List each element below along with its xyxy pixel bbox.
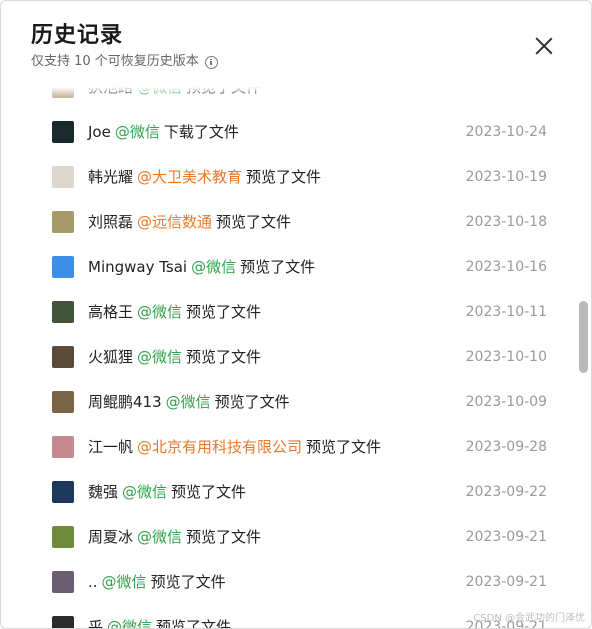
row-text: Mingway Tsai @微信 预览了文件 [88, 256, 315, 277]
record-date: 2023-10-18 [465, 213, 547, 230]
row-text: 火狐狸 @微信 预览了文件 [88, 346, 261, 367]
record-date: 2023-10-09 [465, 393, 547, 410]
record-date: 2023-10-19 [465, 168, 547, 185]
history-row[interactable]: .. @微信 预览了文件 2023-09-21 [1, 559, 591, 604]
user-org: @大卫美术教育 [137, 168, 243, 186]
record-date: 2023-10-11 [465, 303, 547, 320]
row-text: 周鲲鹏413 @微信 预览了文件 [88, 391, 290, 412]
user-org: @微信 [122, 483, 168, 501]
record-date: 2023-10-10 [465, 348, 547, 365]
history-row[interactable]: 周鲲鹏413 @微信 预览了文件 2023-10-09 [1, 379, 591, 424]
action-text: 预览了文件 [246, 168, 322, 186]
avatar [52, 615, 74, 628]
user-org: @微信 [114, 123, 160, 141]
record-date: 2023-09-21 [465, 528, 547, 545]
action-text: 预览了文件 [306, 438, 382, 456]
user-org: @远信数通 [137, 213, 213, 231]
avatar [52, 390, 74, 413]
record-date: 2023-09-21 [465, 573, 547, 590]
row-text: Joe @微信 下载了文件 [88, 121, 239, 142]
action-text: 预览了文件 [156, 618, 232, 628]
user-org: @微信 [137, 303, 183, 321]
row-text: 乎 @微信 预览了文件 [88, 616, 231, 628]
avatar [52, 345, 74, 368]
user-name: 高格王 [88, 303, 134, 321]
row-text: .. @微信 预览了文件 [88, 571, 226, 592]
action-text: 预览了文件 [186, 528, 262, 546]
action-text: 预览了文件 [240, 258, 316, 276]
record-date: 2023-10-24 [465, 123, 547, 140]
record-date: 2023-10-16 [465, 258, 547, 275]
history-row[interactable]: 高格王 @微信 预览了文件 2023-10-11 [1, 289, 591, 334]
user-name: Joe [88, 123, 111, 141]
row-text: 韩光耀 @大卫美术教育 预览了文件 [88, 166, 321, 187]
history-list[interactable]: 狄池路@微信预览了文件Joe@微信下载了文件2023-10-24韩光耀@大卫美术… [1, 87, 591, 628]
action-text: 预览了文件 [216, 213, 292, 231]
scrollbar-thumb[interactable] [579, 301, 588, 373]
avatar [52, 570, 74, 593]
user-name: 乎 [88, 618, 104, 628]
avatar [52, 300, 74, 323]
row-text: 江一帆 @北京有用科技有限公司 预览了文件 [88, 436, 381, 457]
avatar [52, 480, 74, 503]
history-dialog: 历史记录 仅支持 10 个可恢复历史版本 狄池路@微信预览了文件Joe@微信下载… [0, 0, 592, 629]
user-name: Mingway Tsai [88, 258, 188, 276]
action-text: 预览了文件 [186, 348, 262, 366]
dialog-subtitle-row: 仅支持 10 个可恢复历史版本 [31, 53, 218, 71]
user-name: 周夏冰 [88, 528, 134, 546]
user-org: @微信 [137, 348, 183, 366]
user-org: @微信 [107, 618, 153, 628]
action-text: 预览了文件 [150, 573, 226, 591]
history-row[interactable]: Mingway Tsai @微信 预览了文件 2023-10-16 [1, 244, 591, 289]
history-row[interactable]: 魏强 @微信 预览了文件 2023-09-22 [1, 469, 591, 514]
avatar [52, 525, 74, 548]
history-row[interactable]: 刘照磊 @远信数通 预览了文件 2023-10-18 [1, 199, 591, 244]
dialog-subtitle: 仅支持 10 个可恢复历史版本 [31, 54, 199, 69]
action-text: 下载了文件 [163, 123, 239, 141]
user-name: 韩光耀 [88, 168, 134, 186]
avatar [52, 120, 74, 143]
list-top-fade [1, 87, 591, 97]
history-row[interactable]: 江一帆 @北京有用科技有限公司 预览了文件 2023-09-28 [1, 424, 591, 469]
avatar [52, 165, 74, 188]
user-name: 刘照磊 [88, 213, 134, 231]
user-name: 江一帆 [88, 438, 134, 456]
dialog-header: 历史记录 仅支持 10 个可恢复历史版本 [31, 21, 218, 71]
history-row[interactable]: Joe @微信 下载了文件 2023-10-24 [1, 109, 591, 154]
user-org: @微信 [191, 258, 237, 276]
row-text: 刘照磊 @远信数通 预览了文件 [88, 211, 291, 232]
history-row[interactable]: 周夏冰 @微信 预览了文件 2023-09-21 [1, 514, 591, 559]
row-text: 高格王 @微信 预览了文件 [88, 301, 261, 322]
user-name: 魏强 [88, 483, 119, 501]
user-name: 火狐狸 [88, 348, 134, 366]
user-org: @微信 [101, 573, 147, 591]
dialog-title: 历史记录 [31, 23, 124, 48]
history-row[interactable]: 火狐狸 @微信 预览了文件 2023-10-10 [1, 334, 591, 379]
avatar [52, 210, 74, 233]
user-org: @北京有用科技有限公司 [137, 438, 303, 456]
action-text: 预览了文件 [171, 483, 247, 501]
watermark: CSDN @会武功的门泽优 [473, 613, 585, 624]
action-text: 预览了文件 [214, 393, 290, 411]
user-org: @微信 [137, 528, 183, 546]
history-row[interactable]: 韩光耀 @大卫美术教育 预览了文件 2023-10-19 [1, 154, 591, 199]
user-name: .. [88, 573, 98, 591]
info-icon[interactable] [204, 55, 218, 69]
action-text: 预览了文件 [186, 303, 262, 321]
close-icon[interactable] [533, 35, 555, 57]
row-text: 魏强 @微信 预览了文件 [88, 481, 246, 502]
user-name: 周鲲鹏413 [88, 393, 162, 411]
record-date: 2023-09-22 [465, 483, 547, 500]
record-date: 2023-09-28 [465, 438, 547, 455]
avatar [52, 255, 74, 278]
user-org: @微信 [165, 393, 211, 411]
row-text: 周夏冰 @微信 预览了文件 [88, 526, 261, 547]
avatar [52, 435, 74, 458]
